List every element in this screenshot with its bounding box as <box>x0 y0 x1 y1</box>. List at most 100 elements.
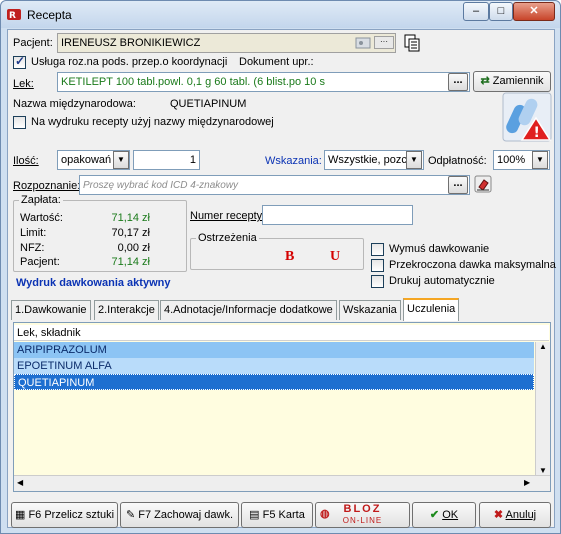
save-dosage-icon: ✎ <box>125 509 136 521</box>
prescription-number-input[interactable] <box>262 205 413 225</box>
intl-name-label: Nazwa międzynarodowa: <box>13 98 136 110</box>
ok-checkmark-icon: ✔ <box>429 509 440 521</box>
bloz-pill-icon: ◍ <box>320 508 330 520</box>
payment-value-nfz: 0,00 zł <box>117 242 150 254</box>
cancel-label: Anuluj <box>505 509 537 521</box>
diagnosis-select-button[interactable]: ... <box>448 176 468 194</box>
payment-row-label: Pacjent: <box>20 256 60 268</box>
maximize-button[interactable]: □ <box>489 2 513 21</box>
replacement-arrows-icon: ⇄ <box>480 75 490 87</box>
max-dose-checkbox[interactable] <box>371 259 384 272</box>
coordination-label: Usługa roz.na pods. przep.o koordynacji <box>31 56 228 68</box>
card-button[interactable]: ▤ F5 Karta <box>241 502 313 528</box>
recalc-label: F6 Przelicz sztuki <box>28 509 115 521</box>
quantity-label: Ilość: <box>13 155 39 167</box>
app-logo-icon: R <box>7 9 21 21</box>
list-item[interactable]: EPOETINUM ALFA <box>14 358 534 374</box>
max-dose-label: Przekroczona dawka maksymalna <box>389 259 556 271</box>
drug-select-button[interactable]: ... <box>448 73 468 91</box>
auto-print-checkbox[interactable] <box>371 275 384 288</box>
payment-value-limit: 70,17 zł <box>111 227 150 239</box>
prescription-window: R Recepta – □ ✕ Pacjent: IRENEUSZ BRONIK… <box>0 0 561 534</box>
documents-icon[interactable] <box>403 34 421 52</box>
card-label: F5 Karta <box>262 509 305 521</box>
force-dosage-checkbox[interactable] <box>371 243 384 256</box>
patient-dots-button[interactable]: ··· <box>374 36 394 49</box>
save-dosage-button[interactable]: ✎ F7 Zachowaj dawk. <box>120 502 239 528</box>
scroll-left-icon[interactable]: ◀ <box>17 478 23 487</box>
diagnosis-label: Rozpoznanie: <box>13 180 81 192</box>
payment-value-patient: 71,14 zł <box>111 256 150 268</box>
quantity-value: 1 <box>189 154 196 166</box>
drug-label: Lek: <box>13 78 34 90</box>
form-body: Pacjent: IRENEUSZ BRONIKIEWICZ ··· Usług… <box>7 29 556 528</box>
payment-level-value: 100% <box>497 154 526 166</box>
vertical-scrollbar[interactable]: ▲ ▼ <box>535 342 550 475</box>
printer-card-icon: ▤ <box>249 509 260 521</box>
warning-u-indicator: U <box>330 249 341 264</box>
calculator-icon: ▦ <box>14 509 26 521</box>
diagnosis-field[interactable]: Proszę wybrać kod ICD 4-znakowy <box>79 175 470 195</box>
payment-row-label: Wartość: <box>20 212 63 224</box>
window-title: Recepta <box>27 8 72 22</box>
drug-warning-icon: ! <box>502 92 552 142</box>
indications-value: Wszystkie, pozc <box>328 154 407 166</box>
payment-row-label: NFZ: <box>20 242 45 254</box>
quantity-input[interactable]: 1 <box>133 150 200 170</box>
quantity-unit-value: opakowań <box>61 154 112 166</box>
patient-card-icon[interactable] <box>355 36 371 50</box>
print-intl-checkbox[interactable] <box>13 116 26 129</box>
print-intl-label: Na wydruku recepty użyj nazwy międzynaro… <box>31 116 274 128</box>
patient-field: IRENEUSZ BRONIKIEWICZ <box>57 33 396 53</box>
list-header[interactable]: Lek, składnik <box>14 325 549 341</box>
payment-value-total: 71,14 zł <box>111 212 150 224</box>
scroll-up-icon[interactable]: ▲ <box>536 342 550 351</box>
patient-value: IRENEUSZ BRONIKIEWICZ <box>61 37 201 49</box>
list-item[interactable]: ARIPIPRAZOLUM <box>14 342 534 358</box>
allergies-list[interactable]: Lek, składnik ARIPIPRAZOLUM EPOETINUM AL… <box>13 322 551 492</box>
minimize-button[interactable]: – <box>463 2 489 21</box>
recalc-button[interactable]: ▦ F6 Przelicz sztuki <box>11 502 118 528</box>
drug-value: KETILEPT 100 tabl.powl. 0,1 g 60 tabl. (… <box>61 76 325 88</box>
tab-dosage[interactable]: 1.Dawkowanie <box>11 300 91 320</box>
scroll-right-icon[interactable]: ▶ <box>524 478 530 487</box>
warnings-title: Ostrzeżenia <box>196 232 259 244</box>
tab-allergies[interactable]: Uczulenia <box>403 298 460 321</box>
patient-label: Pacjent: <box>13 37 53 49</box>
prescription-number-label: Numer recepty: <box>190 210 266 222</box>
close-button[interactable]: ✕ <box>513 2 555 21</box>
indications-label: Wskazania: <box>265 155 322 167</box>
indications-dropdown-icon[interactable]: ▼ <box>406 151 422 169</box>
payment-row-label: Limit: <box>20 227 47 239</box>
eraser-icon[interactable] <box>474 175 492 193</box>
quantity-unit-dropdown-icon[interactable]: ▼ <box>113 151 129 169</box>
cancel-button[interactable]: ✖ Anuluj <box>479 502 551 528</box>
ok-label: OK <box>442 509 459 521</box>
svg-text:!: ! <box>534 125 540 141</box>
document-label: Dokument upr.: <box>239 56 314 68</box>
payment-level-dropdown-icon[interactable]: ▼ <box>532 151 548 169</box>
payment-level-label: Odpłatność: <box>428 155 487 167</box>
replacement-button[interactable]: ⇄ Zamiennik <box>473 71 551 92</box>
svg-text:R: R <box>9 11 16 21</box>
cancel-x-icon: ✖ <box>493 509 504 521</box>
coordination-checkbox[interactable] <box>13 54 26 69</box>
intl-name-value: QUETIAPINUM <box>170 98 247 110</box>
diagnosis-placeholder: Proszę wybrać kod ICD 4-znakowy <box>83 180 239 191</box>
payment-title: Zapłata: <box>19 194 63 206</box>
title-bar: R Recepta – □ ✕ <box>1 1 560 28</box>
horizontal-scrollbar[interactable]: ◀ ▶ <box>14 475 550 491</box>
list-item-selected[interactable]: QUETIAPINUM <box>14 374 534 390</box>
drug-field[interactable]: KETILEPT 100 tabl.powl. 0,1 g 60 tabl. (… <box>57 72 470 92</box>
auto-print-label: Drukuj automatycznie <box>389 275 495 287</box>
save-dosage-label: F7 Zachowaj dawk. <box>138 509 234 521</box>
warning-b-indicator: B <box>285 249 295 264</box>
bloz-online-button[interactable]: ◍ BLOZ ON-LINE <box>315 502 410 528</box>
tab-interactions[interactable]: 2.Interakcje <box>94 300 159 320</box>
force-dosage-label: Wymuś dawkowanie <box>389 243 490 255</box>
tab-indications[interactable]: Wskazania <box>339 300 401 320</box>
ok-button[interactable]: ✔ OK <box>412 502 476 528</box>
scroll-down-icon[interactable]: ▼ <box>536 466 550 475</box>
tab-annotations[interactable]: 4.Adnotacje/Informacje dodatkowe <box>160 300 337 320</box>
replacement-label: Zamiennik <box>492 75 544 87</box>
